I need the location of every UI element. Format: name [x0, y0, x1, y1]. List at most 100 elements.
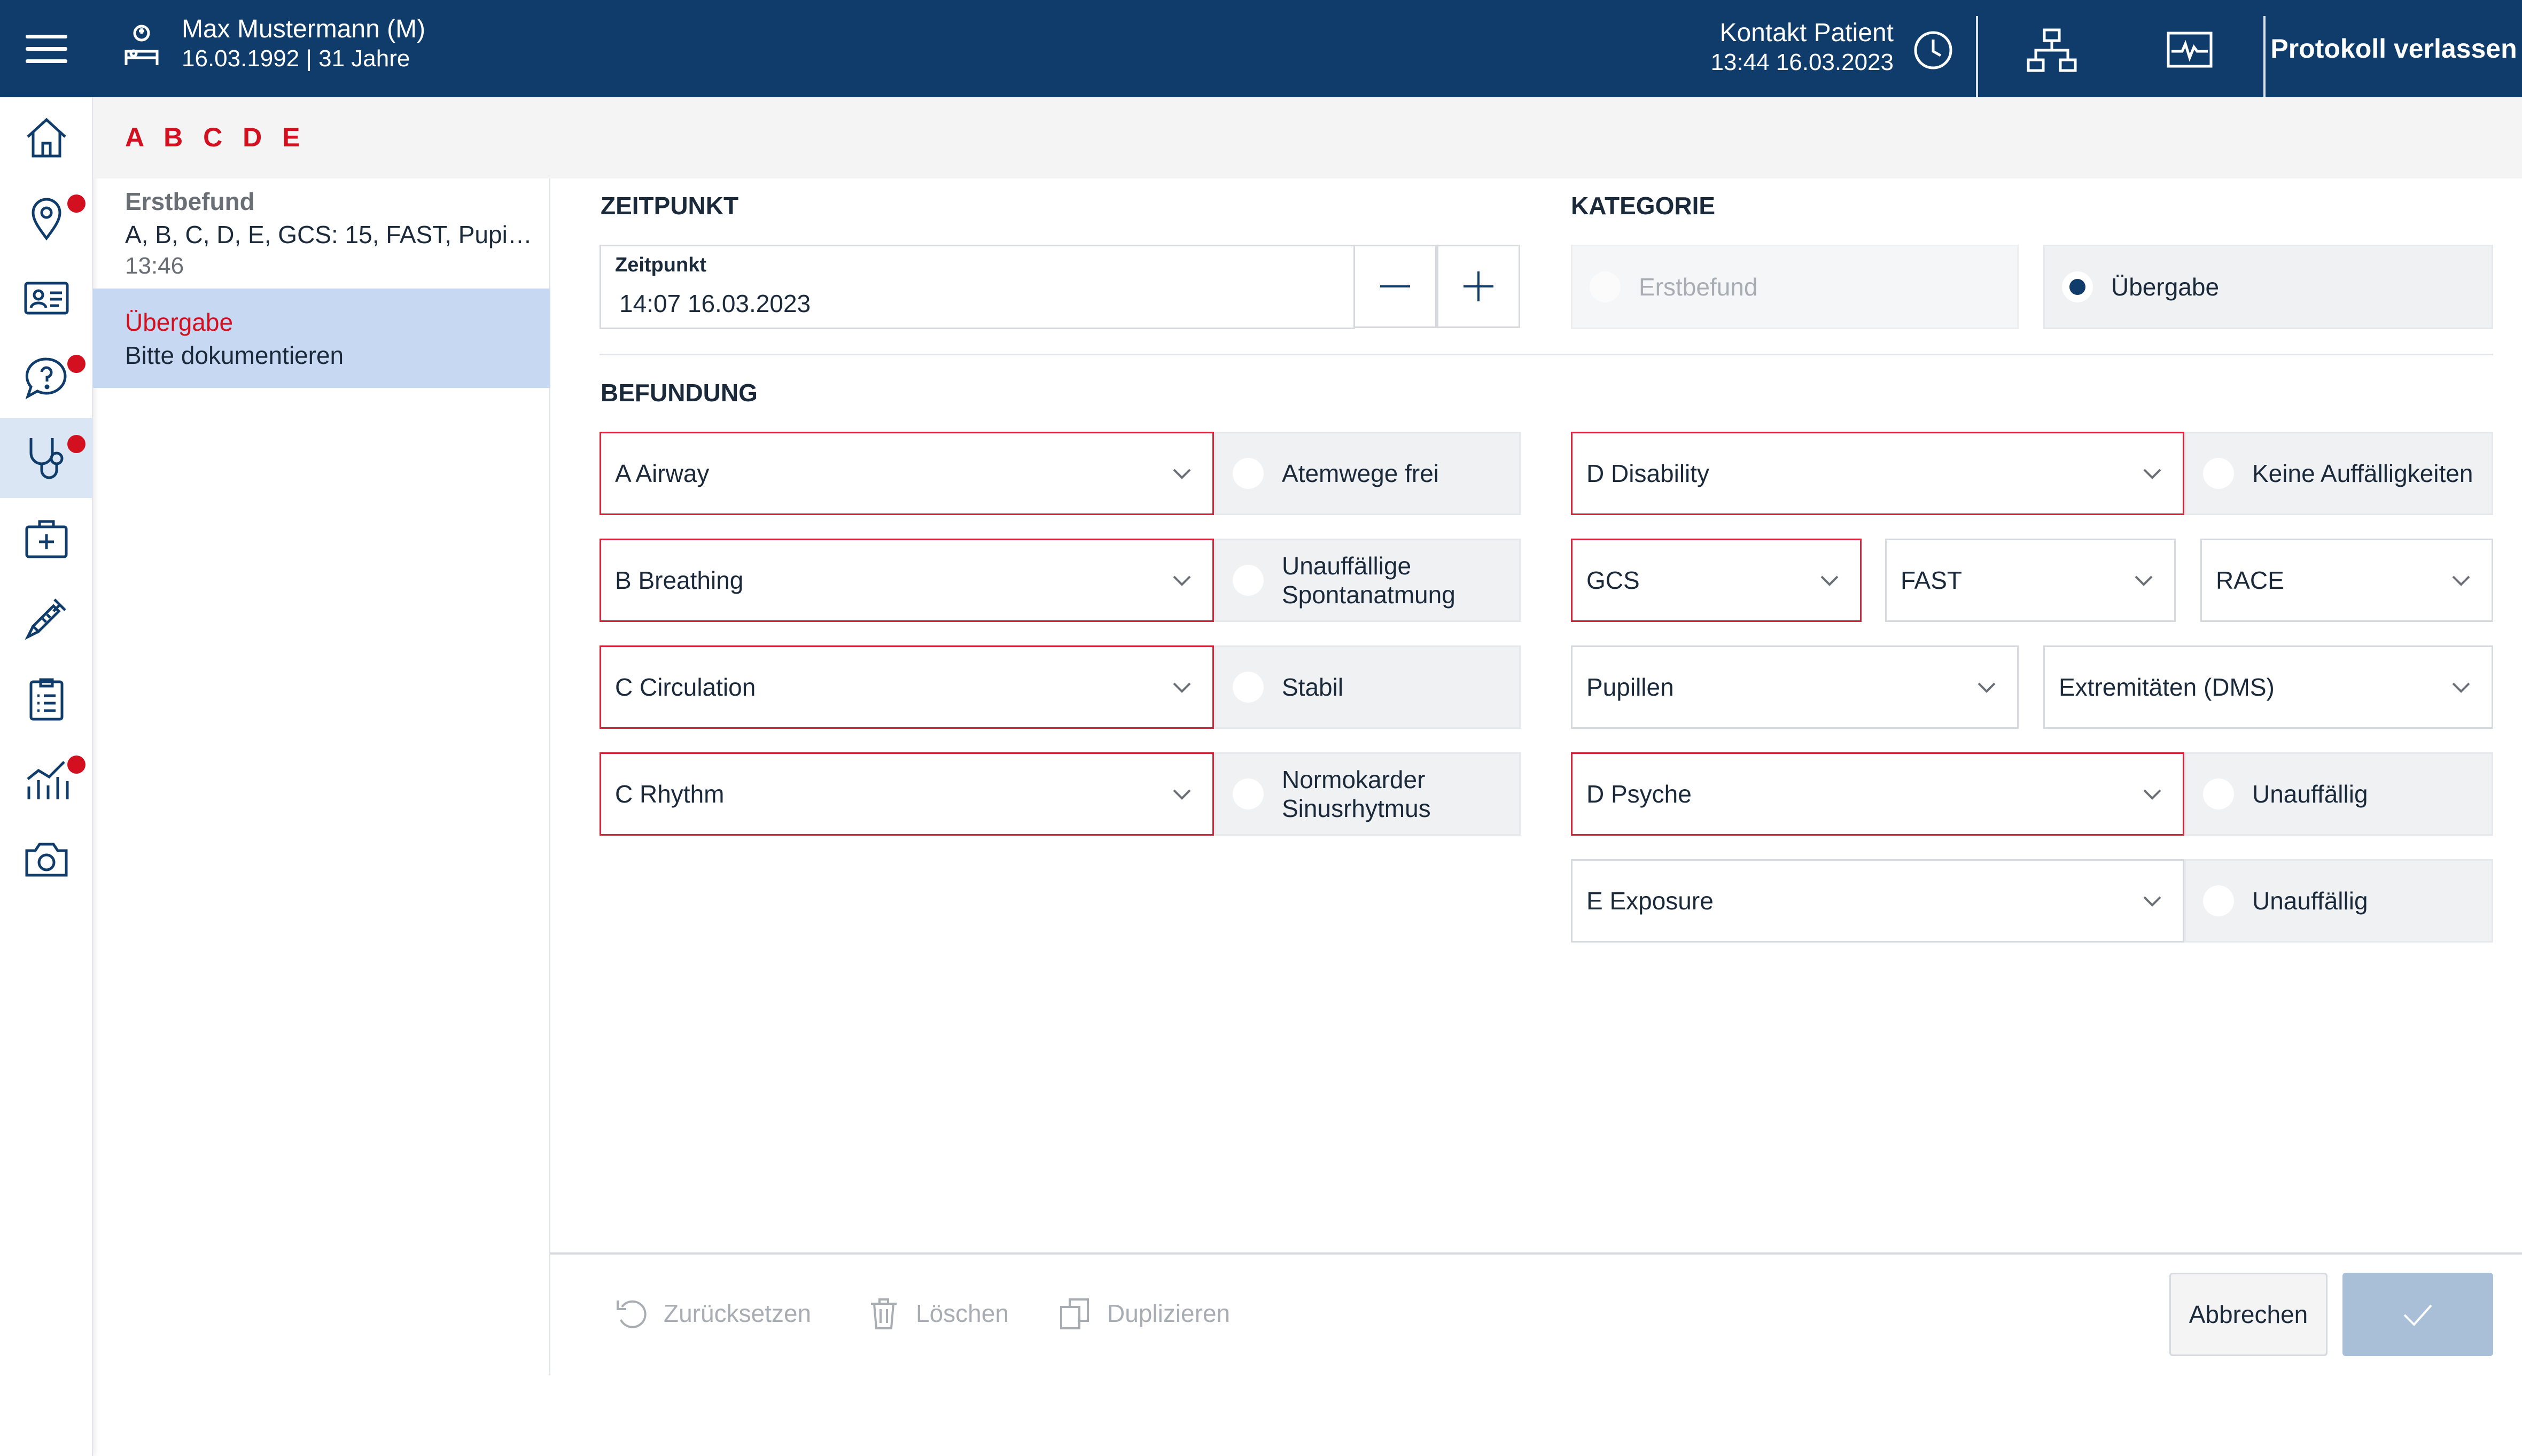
contact-time: 13:44 16.03.2023	[1710, 49, 1894, 75]
radio-button	[2203, 885, 2234, 916]
nav-patient-data[interactable]	[0, 258, 93, 338]
disability-normal-option[interactable]: Keine Auffälligkeiten	[2184, 432, 2493, 515]
duplicate-label: Duplizieren	[1107, 1299, 1231, 1327]
disability-select[interactable]: D Disability	[1571, 432, 2184, 515]
reset-button[interactable]: Zurücksetzen	[613, 1292, 811, 1335]
clipboard-list-icon	[29, 678, 64, 721]
radio-label: Normokarder Sinusrhytmus	[1282, 766, 1431, 822]
kategorie-option-uebergabe[interactable]: Übergabe	[2043, 245, 2493, 329]
chevron-down-icon	[2143, 789, 2161, 800]
radio-button-selected	[2062, 271, 2093, 302]
chevron-down-icon	[2452, 682, 2470, 693]
menu-line	[26, 34, 67, 38]
exposure-select[interactable]: E Exposure	[1571, 859, 2184, 943]
list-item-summary: A, B, C, D, E, GCS: 15, FAST, Pupillen, …	[125, 221, 536, 248]
circulation-select[interactable]: C Circulation	[600, 645, 1214, 729]
copy-icon	[1060, 1298, 1089, 1329]
gcs-select[interactable]: GCS	[1571, 539, 1862, 622]
decrement-button[interactable]	[1353, 245, 1437, 328]
psyche-normal-option[interactable]: Unauffällig	[2184, 752, 2493, 836]
delete-button[interactable]: Löschen	[866, 1292, 1009, 1335]
radio-label: Keine Auffälligkeiten	[2252, 460, 2473, 487]
select-label: Extremitäten (DMS)	[2059, 673, 2275, 701]
radio-button	[1233, 672, 1264, 703]
trash-icon	[871, 1298, 897, 1329]
select-label: E Exposure	[1586, 887, 1714, 915]
clock-icon[interactable]	[1913, 30, 1953, 71]
select-label: GCS	[1586, 566, 1640, 594]
airway-normal-option[interactable]: Atemwege frei	[1214, 432, 1521, 515]
airway-select[interactable]: A Airway	[600, 432, 1214, 515]
syringe-icon	[25, 598, 66, 640]
nav-treatment[interactable]	[0, 498, 93, 578]
contact-patient[interactable]: Kontakt Patient 13:44 16.03.2023	[1710, 18, 1894, 77]
nav-protocol[interactable]	[0, 658, 93, 738]
radio-button	[1233, 778, 1264, 809]
race-select[interactable]: RACE	[2200, 539, 2493, 622]
chart-trend-icon	[27, 761, 69, 799]
radio-label: Unauffällig	[2252, 780, 2368, 808]
kategorie-section-title: KATEGORIE	[1571, 192, 1716, 220]
radio-button	[1590, 271, 1621, 302]
hierarchy-icon[interactable]	[2026, 28, 2077, 73]
home-icon	[27, 118, 66, 158]
select-label: D Disability	[1586, 460, 1710, 487]
duplicate-button[interactable]: Duplizieren	[1057, 1292, 1230, 1335]
list-item-summary: Bitte dokumentieren	[125, 341, 344, 369]
chevron-down-icon	[2452, 575, 2470, 586]
radio-label: Erstbefund	[1639, 273, 1758, 301]
plus-icon	[1464, 271, 1493, 301]
radio-button	[1233, 458, 1264, 489]
extremities-select[interactable]: Extremitäten (DMS)	[2043, 645, 2493, 729]
chevron-down-icon	[1978, 682, 1996, 693]
rhythm-select[interactable]: C Rhythm	[600, 752, 1214, 836]
psyche-select[interactable]: D Psyche	[1571, 752, 2184, 836]
menu-line	[26, 59, 67, 63]
kategorie-option-erstbefund: Erstbefund	[1571, 245, 2019, 329]
side-navigation	[0, 97, 93, 1456]
chevron-down-icon	[1173, 469, 1191, 479]
nav-home[interactable]	[0, 97, 93, 177]
section-divider	[600, 354, 2493, 355]
undo-icon	[617, 1300, 647, 1328]
stethoscope-icon	[29, 438, 64, 479]
nav-vitals-trend[interactable]	[0, 738, 93, 819]
radio-button	[2203, 778, 2234, 809]
select-label: A Airway	[615, 460, 710, 487]
hamburger-menu-button[interactable]	[0, 0, 93, 97]
nav-anamnesis[interactable]	[0, 338, 93, 418]
delete-label: Löschen	[916, 1299, 1009, 1327]
breathing-normal-option[interactable]: Unauffällige Spontanatmung	[1214, 539, 1521, 622]
pupils-select[interactable]: Pupillen	[1571, 645, 2019, 729]
question-chat-icon	[25, 357, 67, 400]
exit-protocol-button[interactable]: Protokoll verlassen	[2266, 0, 2522, 97]
fast-select[interactable]: FAST	[1885, 539, 2176, 622]
radio-label: Übergabe	[2111, 273, 2220, 301]
list-item-erstbefund[interactable]: Erstbefund A, B, C, D, E, GCS: 15, FAST,…	[93, 178, 550, 289]
breathing-select[interactable]: B Breathing	[600, 539, 1214, 622]
nav-camera[interactable]	[0, 819, 93, 899]
header-separator	[1976, 16, 1978, 97]
list-item-uebergabe[interactable]: Übergabe Bitte dokumentieren	[93, 289, 550, 388]
notification-dot	[67, 194, 85, 213]
increment-button[interactable]	[1437, 245, 1520, 328]
location-pin-icon	[32, 198, 61, 241]
rhythm-normal-option[interactable]: Normokarder Sinusrhytmus	[1214, 752, 1521, 836]
nav-medication[interactable]	[0, 578, 93, 658]
select-label: Pupillen	[1586, 673, 1674, 701]
radio-label: Unauffällig	[2252, 887, 2368, 915]
zeitpunkt-field[interactable]: Zeitpunkt 14:07 16.03.2023	[600, 245, 1355, 329]
id-card-icon	[24, 282, 69, 315]
nav-findings[interactable]	[0, 418, 93, 498]
cancel-button[interactable]: Abbrechen	[2169, 1273, 2328, 1356]
select-label: C Rhythm	[615, 780, 725, 808]
patient-in-bed-icon	[124, 25, 159, 65]
exposure-normal-option[interactable]: Unauffällig	[2184, 859, 2493, 943]
nav-location[interactable]	[0, 177, 93, 258]
vital-monitor-icon[interactable]	[2166, 31, 2213, 68]
befundung-section-title: BEFUNDUNG	[601, 379, 758, 407]
contact-label: Kontakt Patient	[1719, 19, 1894, 47]
confirm-button[interactable]	[2342, 1273, 2493, 1356]
chevron-down-icon	[1173, 789, 1191, 800]
circulation-normal-option[interactable]: Stabil	[1214, 645, 1521, 729]
